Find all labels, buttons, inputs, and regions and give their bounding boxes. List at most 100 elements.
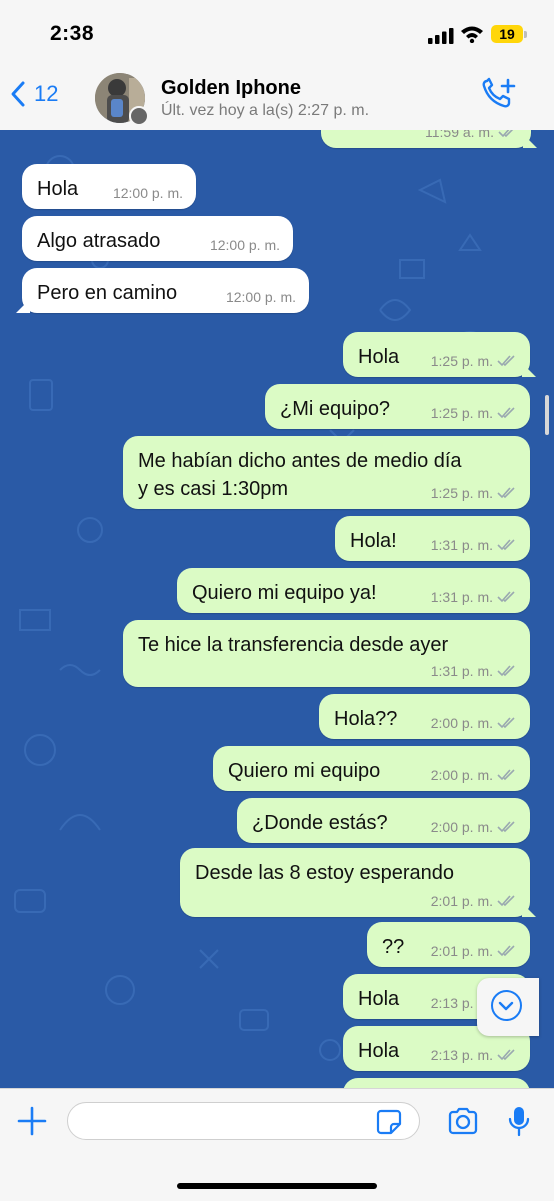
double-check-icon xyxy=(497,717,515,729)
message-meta: 2:00 p. m. xyxy=(431,715,517,731)
message-text: Hola xyxy=(37,178,79,200)
outgoing-message[interactable]: ¿Donde estás? 2:00 p. m. xyxy=(237,798,530,843)
incoming-message[interactable]: Hola 12:00 p. m. xyxy=(22,164,196,209)
message-meta: 2:00 p. m. xyxy=(431,819,517,835)
message-text: ¿Donde estás? xyxy=(252,812,388,834)
message-meta: 2:00 p. m. xyxy=(431,767,517,783)
double-check-icon xyxy=(497,407,515,419)
message-meta: 1:25 p. m. xyxy=(431,353,517,369)
message-text: Te hice la transferencia desde ayer xyxy=(138,634,449,656)
outgoing-message[interactable]: Hola! 1:31 p. m. xyxy=(335,516,530,561)
message-time: 1:25 p. m. xyxy=(430,405,493,421)
double-check-icon xyxy=(497,665,515,677)
outgoing-message[interactable]: Hola xyxy=(343,1078,530,1088)
message-meta: 12:00 p. m. xyxy=(210,237,280,253)
message-time: 1:31 p. m. xyxy=(430,537,493,553)
contact-name[interactable]: Golden Iphone xyxy=(161,77,301,100)
message-time: 12:00 p. m. xyxy=(112,185,183,201)
double-check-icon xyxy=(497,821,515,833)
scroll-to-bottom-button[interactable] xyxy=(477,978,539,1036)
message-time: 1:25 p. m. xyxy=(430,353,493,369)
sticker-icon[interactable] xyxy=(376,1109,402,1135)
double-check-icon xyxy=(497,1049,515,1061)
back-button[interactable]: 12 xyxy=(10,80,58,108)
outgoing-message[interactable]: Quiero mi equipo ya! 1:31 p. m. xyxy=(177,568,530,613)
plus-icon[interactable] xyxy=(16,1105,48,1137)
message-time: 2:00 p. m. xyxy=(430,767,493,783)
message-time: 2:00 p. m. xyxy=(430,715,493,731)
double-check-icon xyxy=(497,895,515,907)
chevron-down-icon xyxy=(491,990,522,1021)
outgoing-message[interactable]: ?? 2:01 p. m. xyxy=(367,922,530,967)
message-text: Pero en camino xyxy=(37,282,178,304)
message-meta: 1:31 p. m. xyxy=(431,663,517,679)
battery-icon: 19 xyxy=(491,25,523,43)
message-text: Hola xyxy=(358,1040,400,1062)
message-text: Hola?? xyxy=(334,708,398,730)
double-check-icon xyxy=(497,487,515,499)
message-time: 1:31 p. m. xyxy=(430,663,493,679)
status-bar: 2:38 19 xyxy=(0,0,554,62)
scrollbar[interactable] xyxy=(545,395,549,435)
message-meta: 1:25 p. m. xyxy=(431,485,517,501)
double-check-icon xyxy=(497,591,515,603)
message-text: Quiero mi equipo ya! xyxy=(192,582,377,604)
message-text: Hola xyxy=(358,988,400,1010)
message-time: 11:59 a. m. xyxy=(424,130,494,140)
message-meta: 1:31 p. m. xyxy=(431,537,517,553)
microphone-icon[interactable] xyxy=(508,1105,530,1137)
home-indicator xyxy=(177,1183,377,1189)
wifi-icon xyxy=(461,26,483,43)
chat-area[interactable]: Hola!11:59 a. m.Hola12:00 p. m.Algo atra… xyxy=(0,130,554,1088)
back-chevron-icon xyxy=(11,81,25,107)
outgoing-message[interactable]: ¿Mi equipo? 1:25 p. m. xyxy=(265,384,530,429)
chat-header: 12 Golden Iphone Últ. vez hoy a la(s) 2:… xyxy=(0,62,554,131)
battery-tip xyxy=(524,31,527,38)
incoming-message[interactable]: Pero en camino 12:00 p. m. xyxy=(16,268,309,313)
message-text: Quiero mi equipo xyxy=(228,760,381,782)
outgoing-message[interactable]: Hola 1:25 p. m. xyxy=(343,332,536,377)
double-check-icon xyxy=(497,769,515,781)
unread-count: 12 xyxy=(34,81,59,106)
message-time: 2:01 p. m. xyxy=(430,943,493,959)
add-call-icon[interactable] xyxy=(481,77,517,111)
message-meta: 1:25 p. m. xyxy=(431,405,517,421)
outgoing-message[interactable]: Me habían dicho antes de medio día y es … xyxy=(123,436,530,509)
composer-bar xyxy=(0,1088,554,1201)
camera-icon[interactable] xyxy=(447,1107,479,1135)
message-meta: 11:59 a. m. xyxy=(425,130,518,140)
message-time: 2:00 p. m. xyxy=(430,819,493,835)
message-text: Desde las 8 estoy esperando xyxy=(195,862,455,884)
message-meta: 1:31 p. m. xyxy=(431,589,517,605)
message-time: 1:25 p. m. xyxy=(430,485,493,501)
message-text: Hola! xyxy=(350,530,397,552)
message-meta: 2:13 p. m. xyxy=(431,1047,517,1063)
status-time: 2:38 xyxy=(50,22,95,45)
outgoing-message[interactable]: Hola?? 2:00 p. m. xyxy=(319,694,530,739)
double-check-icon xyxy=(497,539,515,551)
message-text: ?? xyxy=(382,936,405,958)
message-input[interactable] xyxy=(67,1102,420,1140)
message-meta: 2:01 p. m. xyxy=(431,943,517,959)
message-text: Me habían dicho antes de medio día y es … xyxy=(138,450,462,500)
message-time: 2:01 p. m. xyxy=(430,893,493,909)
message-meta: 2:01 p. m. xyxy=(431,893,517,909)
cellular-signal-icon xyxy=(428,28,454,44)
message-time: 12:00 p. m. xyxy=(209,237,280,253)
double-check-icon xyxy=(497,355,515,367)
double-check-icon xyxy=(498,130,514,138)
message-meta: 12:00 p. m. xyxy=(113,185,183,201)
message-text: Hola xyxy=(358,346,400,368)
double-check-icon xyxy=(497,945,515,957)
outgoing-message[interactable]: Desde las 8 estoy esperando 2:01 p. m. xyxy=(180,848,536,917)
message-time: 2:13 p. m. xyxy=(430,1047,493,1063)
outgoing-message[interactable]: Hola!11:59 a. m. xyxy=(321,130,537,148)
outgoing-message[interactable]: Quiero mi equipo 2:00 p. m. xyxy=(213,746,530,791)
incoming-message[interactable]: Algo atrasado 12:00 p. m. xyxy=(22,216,293,261)
message-meta: 12:00 p. m. xyxy=(226,289,296,305)
message-time: 12:00 p. m. xyxy=(225,289,296,305)
message-text: Algo atrasado xyxy=(37,230,161,252)
outgoing-message[interactable]: Te hice la transferencia desde ayer 1:31 … xyxy=(123,620,530,687)
last-seen: Últ. vez hoy a la(s) 2:27 p. m. xyxy=(161,102,370,119)
message-text: ¿Mi equipo? xyxy=(280,398,391,420)
